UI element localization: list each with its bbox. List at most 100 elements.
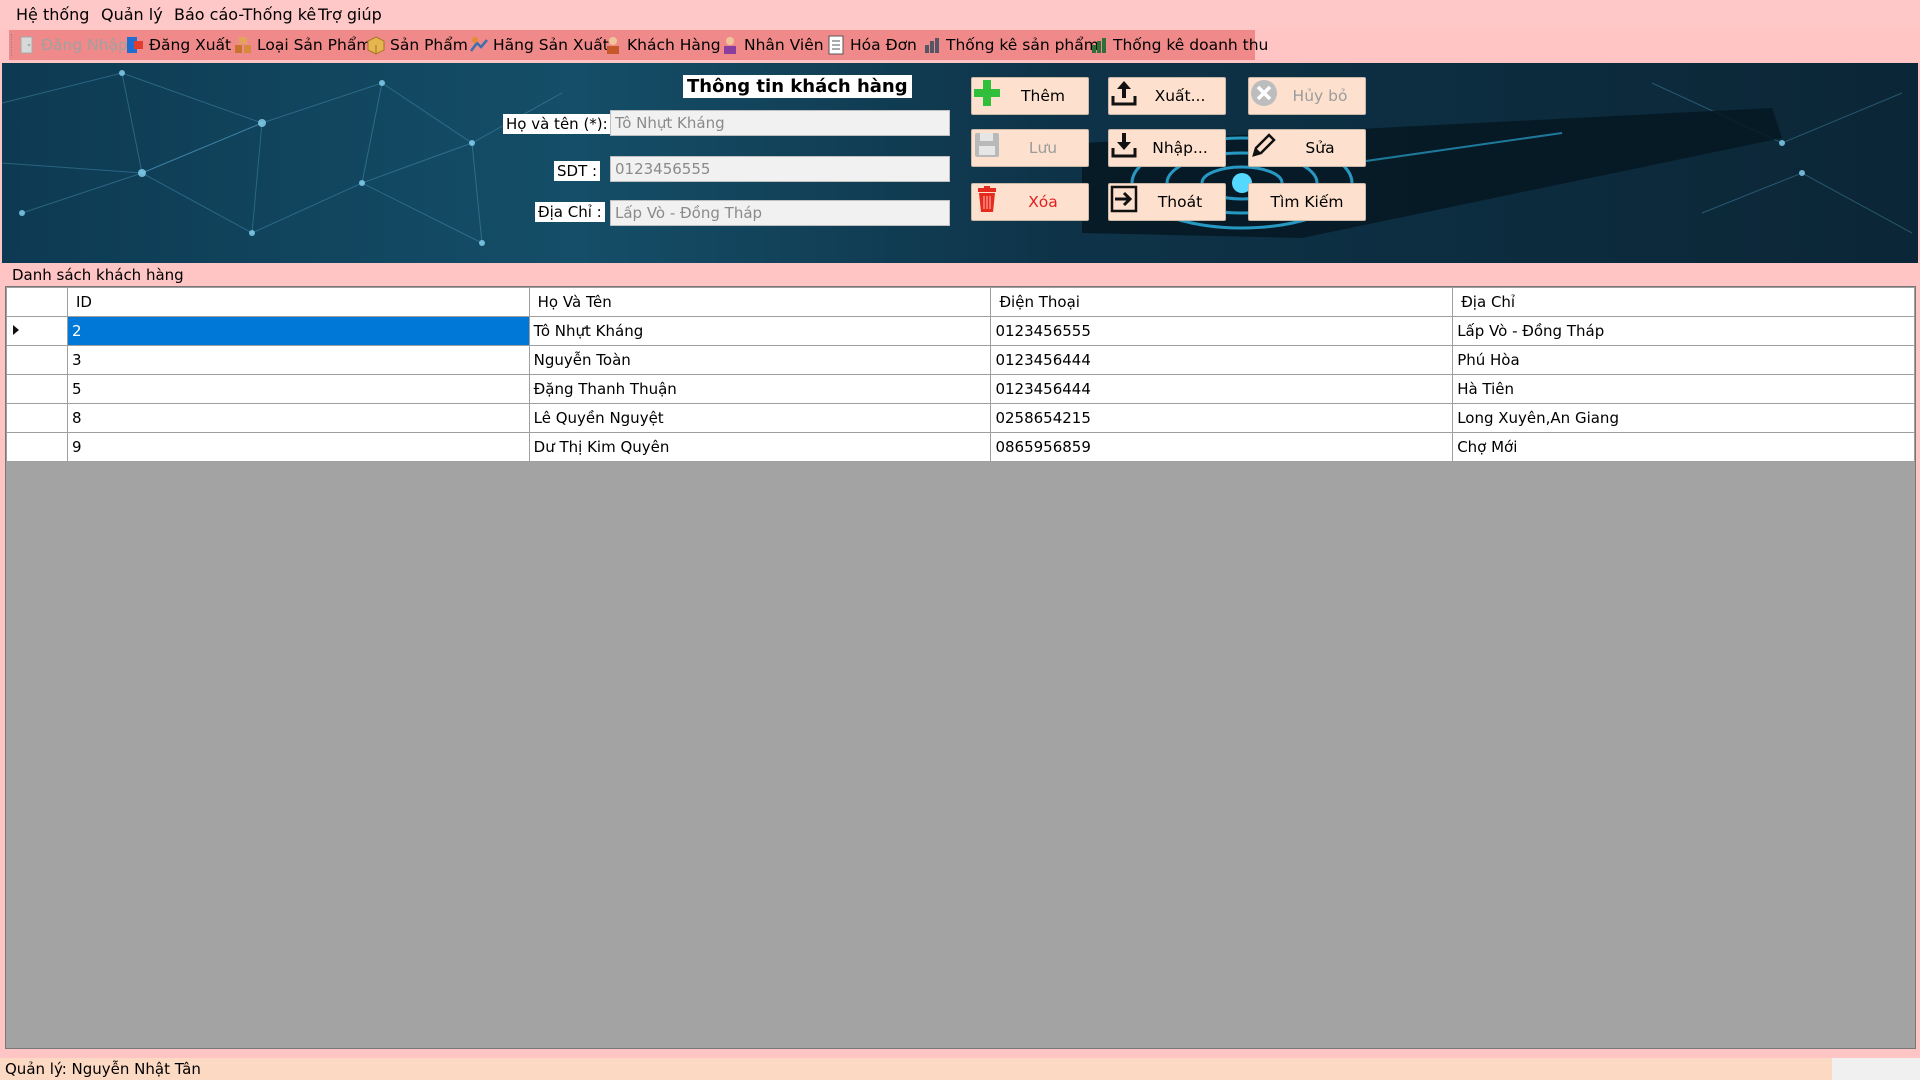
- export-button-label: Xuất...: [1154, 87, 1206, 105]
- toolbar-login-label: Đăng Nhập: [41, 36, 128, 54]
- table-row[interactable]: 3 Nguyễn Toàn 0123456444 Phú Hòa: [6, 345, 1915, 375]
- add-button[interactable]: Thêm: [971, 77, 1089, 115]
- row-header[interactable]: [6, 403, 68, 433]
- delete-button-label: Xóa: [1028, 193, 1058, 211]
- cell-id[interactable]: 2: [66, 316, 530, 346]
- cancel-x-icon: [1251, 79, 1285, 113]
- cancel-button[interactable]: Hủy bỏ: [1248, 77, 1366, 115]
- cell-address[interactable]: Chợ Mới: [1452, 432, 1915, 462]
- cell-address[interactable]: Hà Tiên: [1452, 374, 1915, 404]
- menu-system[interactable]: Hệ thống: [16, 5, 89, 24]
- toolbar-logout-button[interactable]: Đăng Xuất: [125, 32, 231, 58]
- table-row[interactable]: 2 Tô Nhựt Kháng 0123456555 Lấp Vò - Đồng…: [6, 316, 1915, 346]
- phone-label: SDT :: [554, 161, 601, 181]
- toolbar-employee-button[interactable]: Nhân Viên: [720, 32, 824, 58]
- toolbar-invoice-label: Hóa Đơn: [850, 36, 917, 54]
- cell-phone[interactable]: 0123456444: [990, 345, 1454, 375]
- table-row[interactable]: 5 Đặng Thanh Thuận 0123456444 Hà Tiên: [6, 374, 1915, 404]
- row-header[interactable]: [6, 374, 68, 404]
- column-header-name[interactable]: Họ Và Tên: [528, 287, 992, 317]
- employee-icon: [724, 37, 736, 54]
- column-header-id[interactable]: ID: [66, 287, 530, 317]
- row-header-current[interactable]: [6, 316, 68, 346]
- plus-icon: [974, 79, 1008, 113]
- floppy-disk-icon: [974, 131, 1008, 165]
- toolbar-product-button[interactable]: Sản Phẩm: [366, 32, 468, 58]
- table-header-row: ID Họ Và Tên Điện Thoại Địa Chỉ: [6, 287, 1915, 317]
- cell-name[interactable]: Tô Nhựt Kháng: [528, 316, 992, 346]
- cell-phone[interactable]: 0123456555: [990, 316, 1454, 346]
- product-box-icon: [367, 36, 385, 55]
- cell-phone[interactable]: 0258654215: [990, 403, 1454, 433]
- phone-field[interactable]: 0123456555: [610, 156, 950, 182]
- toolbar-login-button[interactable]: Đăng Nhập: [17, 32, 128, 58]
- row-header[interactable]: [6, 432, 68, 462]
- menu-bar: Hệ thống Quản lý Báo cáo-Thống kê Trợ gi…: [0, 0, 1920, 29]
- product-stats-icon: [925, 38, 939, 53]
- invoice-icon: [828, 35, 844, 55]
- row-header-corner[interactable]: [6, 287, 68, 317]
- toolbar-invoice-button[interactable]: Hóa Đơn: [826, 32, 917, 58]
- edit-button-label: Sửa: [1305, 139, 1335, 157]
- status-bar: Quản lý: Nguyễn Nhật Tân: [0, 1058, 1832, 1080]
- name-field[interactable]: Tô Nhựt Kháng: [610, 110, 950, 136]
- cell-phone[interactable]: 0865956859: [990, 432, 1454, 462]
- login-icon: [20, 36, 33, 54]
- search-button[interactable]: Tìm Kiếm: [1248, 183, 1366, 221]
- exit-button[interactable]: Thoát: [1108, 183, 1226, 221]
- table-row[interactable]: 8 Lê Quyền Nguyệt 0258654215 Long Xuyên,…: [6, 403, 1915, 433]
- pencil-icon: [1251, 131, 1285, 165]
- cancel-button-label: Hủy bỏ: [1292, 87, 1348, 105]
- toolbar-customer-button[interactable]: Khách Hàng: [603, 32, 721, 58]
- import-button[interactable]: Nhập...: [1108, 129, 1226, 167]
- table-row[interactable]: 9 Dư Thị Kim Quyên 0865956859 Chợ Mới: [6, 432, 1915, 462]
- cell-name[interactable]: Nguyễn Toàn: [528, 345, 992, 375]
- customer-table: ID Họ Và Tên Điện Thoại Địa Chỉ 2 Tô Nhự…: [6, 287, 1915, 462]
- toolbar-product-stats-label: Thống kê sản phẩm: [946, 36, 1099, 54]
- cell-name[interactable]: Đặng Thanh Thuận: [528, 374, 992, 404]
- address-field[interactable]: Lấp Vò - Đồng Tháp: [610, 200, 950, 226]
- toolbar-product-category-button[interactable]: Loại Sản Phẩm: [233, 32, 371, 58]
- cell-id[interactable]: 5: [66, 374, 530, 404]
- column-header-phone[interactable]: Điện Thoại: [990, 287, 1454, 317]
- cell-address[interactable]: Phú Hòa: [1452, 345, 1915, 375]
- toolbar-employee-label: Nhân Viên: [744, 36, 824, 54]
- customer-icon: [607, 37, 619, 54]
- customer-form-panel: Thông tin khách hàng Họ và tên (*): Tô N…: [2, 63, 1918, 263]
- delete-button[interactable]: Xóa: [971, 183, 1089, 221]
- toolbar-manufacturer-label: Hãng Sản Xuất: [493, 36, 609, 54]
- cell-address[interactable]: Lấp Vò - Đồng Tháp: [1452, 316, 1915, 346]
- cell-address[interactable]: Long Xuyên,An Giang: [1452, 403, 1915, 433]
- menu-help[interactable]: Trợ giúp: [318, 5, 382, 24]
- cell-name[interactable]: Lê Quyền Nguyệt: [528, 403, 992, 433]
- toolbar-product-category-label: Loại Sản Phẩm: [257, 36, 372, 54]
- logout-icon: [127, 37, 143, 53]
- export-button[interactable]: Xuất...: [1108, 77, 1226, 115]
- row-header[interactable]: [6, 345, 68, 375]
- cell-id[interactable]: 9: [66, 432, 530, 462]
- customer-grid[interactable]: ID Họ Và Tên Điện Thoại Địa Chỉ 2 Tô Nhự…: [5, 286, 1916, 1049]
- toolbar-customer-label: Khách Hàng: [627, 36, 721, 54]
- import-button-label: Nhập...: [1152, 139, 1208, 157]
- toolbar-revenue-stats-label: Thống kê doanh thu: [1113, 36, 1269, 54]
- toolbar-revenue-stats-button[interactable]: Thống kê doanh thu: [1089, 32, 1268, 58]
- exit-button-label: Thoát: [1157, 193, 1203, 211]
- edit-button[interactable]: Sửa: [1248, 129, 1366, 167]
- cell-id[interactable]: 3: [66, 345, 530, 375]
- menu-reports[interactable]: Báo cáo-Thống kê: [174, 5, 316, 24]
- network-background-image: [2, 70, 1913, 246]
- form-title: Thông tin khách hàng: [683, 75, 912, 98]
- save-button[interactable]: Lưu: [971, 129, 1089, 167]
- column-header-address[interactable]: Địa Chỉ: [1452, 287, 1915, 317]
- manufacturer-icon: [470, 37, 488, 52]
- name-label: Họ và tên (*):: [503, 114, 611, 134]
- add-button-label: Thêm: [1021, 87, 1065, 105]
- toolbar-product-stats-button[interactable]: Thống kê sản phẩm: [922, 32, 1099, 58]
- menu-manage[interactable]: Quản lý: [101, 5, 163, 24]
- toolbar-manufacturer-button[interactable]: Hãng Sản Xuất: [469, 32, 609, 58]
- toolbar-logout-label: Đăng Xuất: [149, 36, 232, 54]
- cell-id[interactable]: 8: [66, 403, 530, 433]
- cell-phone[interactable]: 0123456444: [990, 374, 1454, 404]
- toolbar-grip[interactable]: [11, 34, 15, 56]
- cell-name[interactable]: Dư Thị Kim Quyên: [528, 432, 992, 462]
